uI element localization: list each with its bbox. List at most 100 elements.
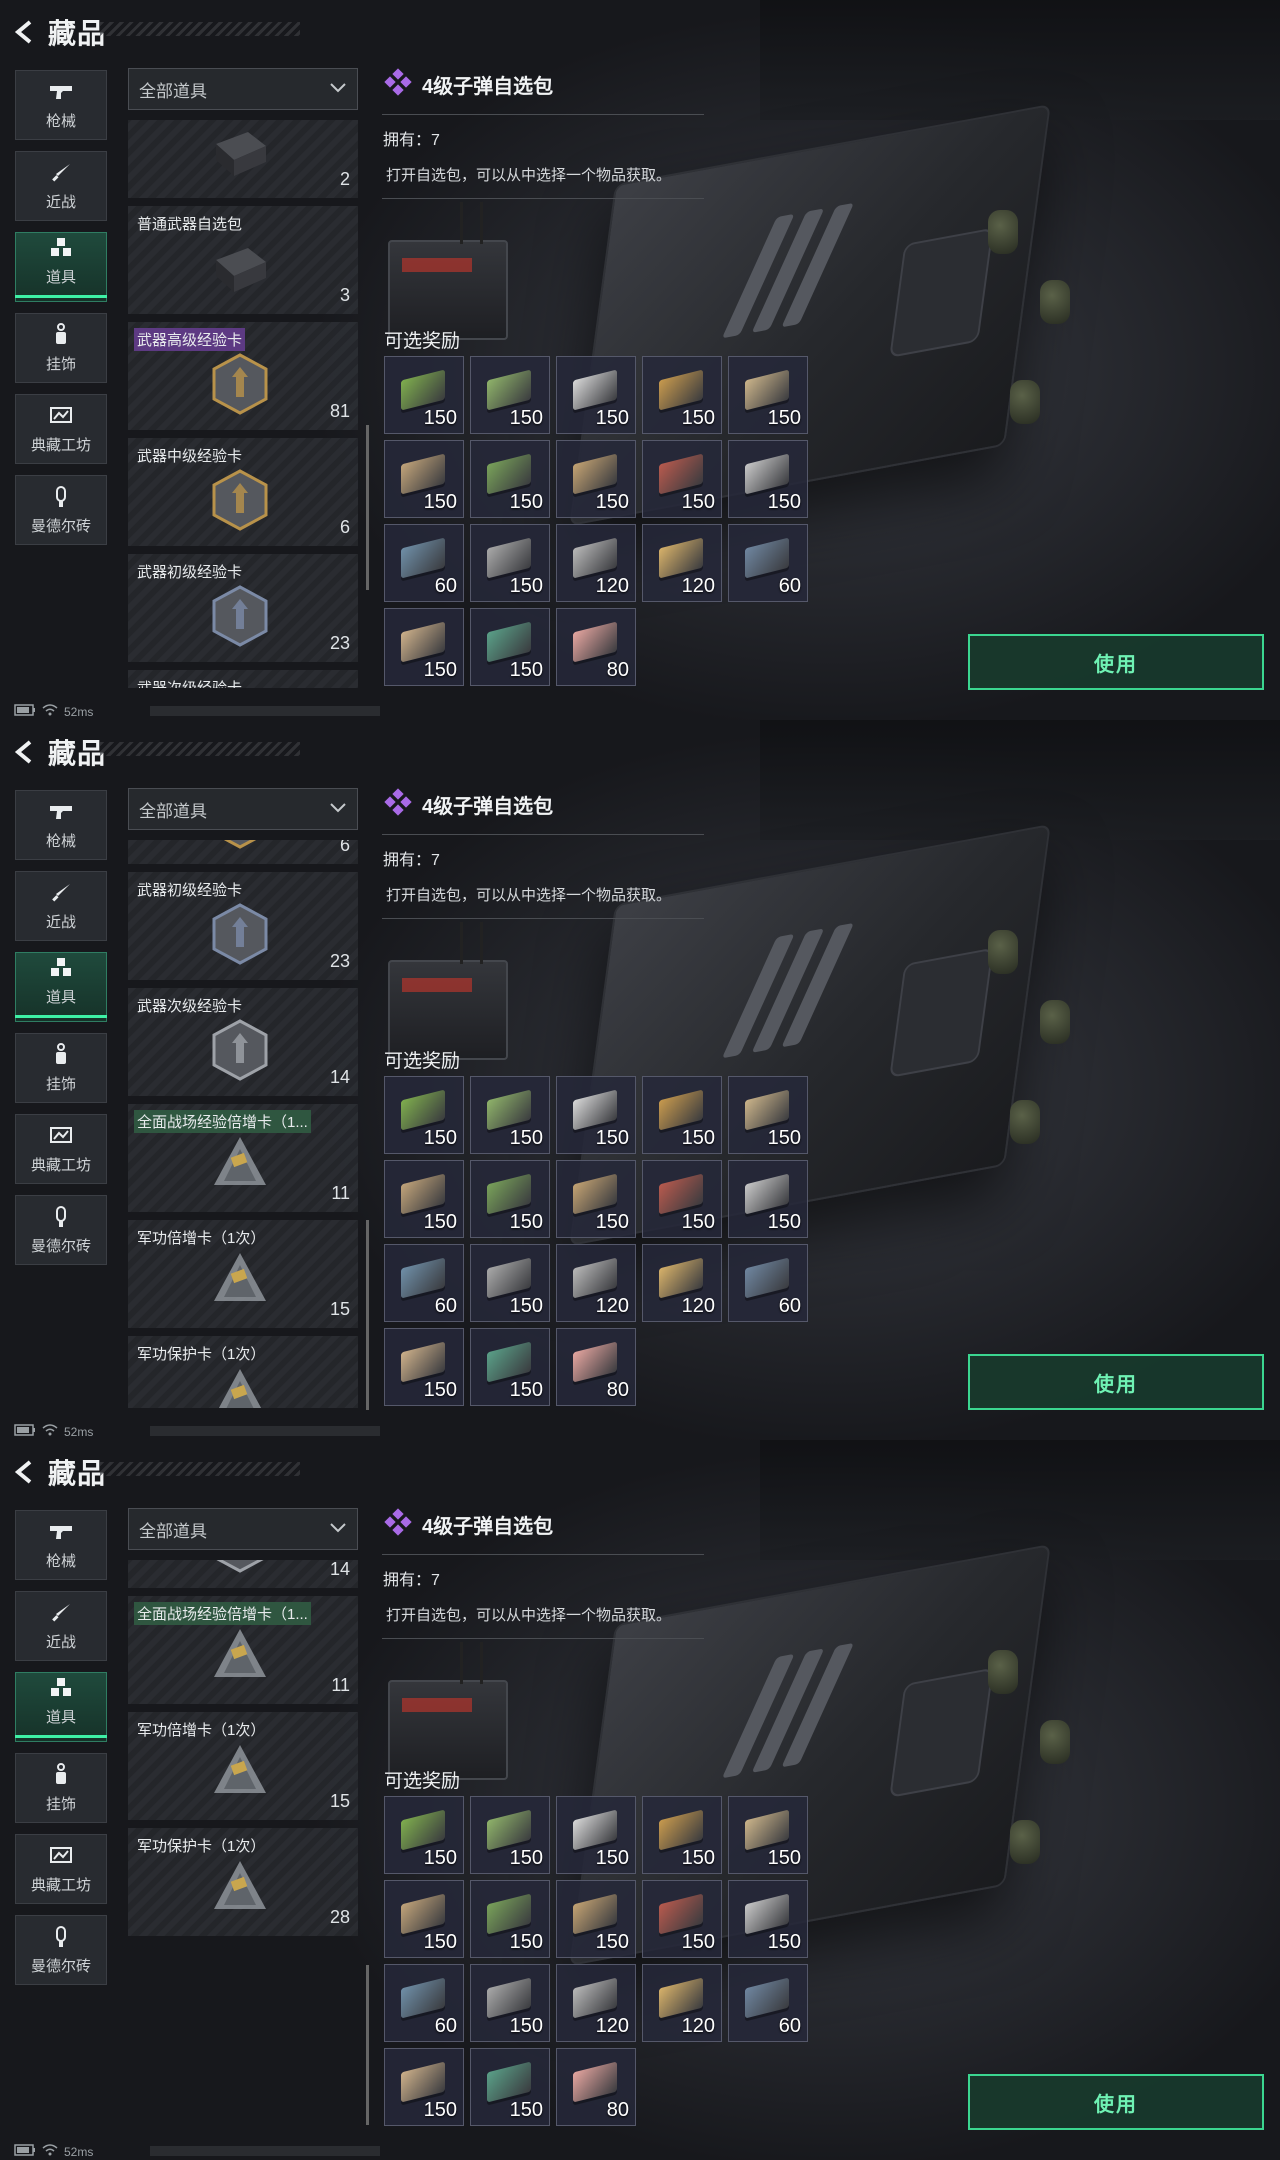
nav-item-cubes[interactable]: 道具 — [15, 952, 107, 1022]
list-item[interactable]: 武器中级经验卡6 — [128, 438, 358, 546]
list-item[interactable]: 武器次级经验卡14 — [128, 988, 358, 1096]
reward-option[interactable]: 150 — [642, 1076, 722, 1154]
list-item[interactable]: 军功保护卡（1次）28 — [128, 1828, 358, 1936]
list-item[interactable]: 武器次级经验卡14 — [128, 1560, 358, 1588]
reward-option[interactable]: 120 — [556, 1964, 636, 2042]
list-scrollbar[interactable] — [366, 1220, 369, 1410]
reward-option[interactable]: 150 — [384, 1880, 464, 1958]
reward-option[interactable]: 80 — [556, 608, 636, 686]
reward-option[interactable]: 150 — [470, 524, 550, 602]
list-item[interactable]: 军功倍增卡（1次） 15 — [128, 1220, 358, 1328]
reward-option[interactable]: 120 — [556, 524, 636, 602]
reward-option[interactable]: 150 — [642, 1880, 722, 1958]
nav-item-pistol[interactable]: 枪械 — [15, 1510, 107, 1580]
item-list[interactable]: 2 普通武器自选包3武器高级经验卡81武器中级经验卡6武器初级经验卡23 武器次级经… — [128, 120, 360, 688]
list-item[interactable]: 武器中级经验卡6 — [128, 840, 358, 864]
reward-option[interactable]: 80 — [556, 2048, 636, 2126]
reward-option[interactable]: 150 — [470, 1244, 550, 1322]
reward-option[interactable]: 150 — [728, 1160, 808, 1238]
reward-option[interactable]: 150 — [556, 440, 636, 518]
reward-option[interactable]: 150 — [642, 356, 722, 434]
list-item[interactable]: 2 — [128, 120, 358, 198]
nav-item-charm[interactable]: 挂饰 — [15, 1753, 107, 1823]
reward-option[interactable]: 150 — [556, 356, 636, 434]
nav-item-pistol[interactable]: 枪械 — [15, 70, 107, 140]
nav-item-cubes[interactable]: 道具 — [15, 1672, 107, 1742]
nav-item-brick[interactable]: 曼德尔砖 — [15, 475, 107, 545]
reward-option[interactable]: 120 — [642, 1964, 722, 2042]
back-icon[interactable] — [10, 1458, 40, 1486]
item-list[interactable]: 2普通武器自选包3武器高级经验卡81武器中级经验卡6武器初级经验卡23武器次级经… — [128, 840, 360, 1408]
reward-option[interactable]: 150 — [384, 356, 464, 434]
list-scrollbar[interactable] — [366, 1965, 369, 2125]
list-item[interactable]: 军功倍增卡（1次） 15 — [128, 1712, 358, 1820]
reward-option[interactable]: 150 — [470, 1328, 550, 1406]
list-item[interactable]: 军功保护卡（1次）28 — [128, 1336, 358, 1408]
nav-item-knife[interactable]: 近战 — [15, 871, 107, 941]
reward-option[interactable]: 150 — [470, 1160, 550, 1238]
reward-option[interactable]: 120 — [642, 1244, 722, 1322]
list-scrollbar[interactable] — [366, 425, 369, 590]
reward-option[interactable]: 150 — [384, 1160, 464, 1238]
reward-option[interactable]: 60 — [384, 1244, 464, 1322]
reward-option[interactable]: 150 — [384, 2048, 464, 2126]
back-icon[interactable] — [10, 738, 40, 766]
nav-item-charm[interactable]: 挂饰 — [15, 1033, 107, 1103]
filter-dropdown[interactable]: 全部道具 — [128, 68, 358, 110]
reward-option[interactable]: 60 — [384, 1964, 464, 2042]
nav-item-workshop[interactable]: 典藏工坊 — [15, 1834, 107, 1904]
reward-option[interactable]: 150 — [384, 440, 464, 518]
reward-option[interactable]: 150 — [470, 1880, 550, 1958]
reward-option[interactable]: 150 — [728, 356, 808, 434]
nav-item-pistol[interactable]: 枪械 — [15, 790, 107, 860]
reward-option[interactable]: 150 — [470, 2048, 550, 2126]
reward-option[interactable]: 150 — [470, 1796, 550, 1874]
nav-item-workshop[interactable]: 典藏工坊 — [15, 394, 107, 464]
nav-item-cubes[interactable]: 道具 — [15, 232, 107, 302]
list-item[interactable]: 武器高级经验卡 81 — [128, 322, 358, 430]
reward-option[interactable]: 150 — [728, 1880, 808, 1958]
reward-option[interactable]: 150 — [470, 1964, 550, 2042]
use-button[interactable]: 使用 — [968, 2074, 1264, 2130]
reward-option[interactable]: 80 — [556, 1328, 636, 1406]
reward-option[interactable]: 150 — [642, 440, 722, 518]
list-item[interactable]: 全面战场经验倍增卡（1... 11 — [128, 1104, 358, 1212]
reward-option[interactable]: 150 — [728, 440, 808, 518]
reward-option[interactable]: 60 — [728, 1244, 808, 1322]
reward-option[interactable]: 120 — [556, 1244, 636, 1322]
item-list[interactable]: 2普通武器自选包3武器高级经验卡81武器中级经验卡6武器初级经验卡23武器次级经… — [128, 1560, 360, 2128]
reward-option[interactable]: 150 — [556, 1880, 636, 1958]
reward-option[interactable]: 150 — [728, 1076, 808, 1154]
nav-item-brick[interactable]: 曼德尔砖 — [15, 1195, 107, 1265]
reward-option[interactable]: 150 — [470, 440, 550, 518]
nav-item-brick[interactable]: 曼德尔砖 — [15, 1915, 107, 1985]
filter-dropdown[interactable]: 全部道具 — [128, 1508, 358, 1550]
use-button[interactable]: 使用 — [968, 1354, 1264, 1410]
nav-item-workshop[interactable]: 典藏工坊 — [15, 1114, 107, 1184]
reward-option[interactable]: 120 — [642, 524, 722, 602]
list-item[interactable]: 武器次级经验卡14 — [128, 670, 358, 688]
list-item[interactable]: 武器初级经验卡 23 — [128, 554, 358, 662]
reward-option[interactable]: 60 — [384, 524, 464, 602]
list-item[interactable]: 武器初级经验卡 23 — [128, 872, 358, 980]
reward-option[interactable]: 150 — [470, 1076, 550, 1154]
reward-option[interactable]: 150 — [384, 608, 464, 686]
list-item[interactable]: 全面战场经验倍增卡（1... 11 — [128, 1596, 358, 1704]
reward-option[interactable]: 150 — [470, 356, 550, 434]
reward-option[interactable]: 150 — [556, 1796, 636, 1874]
reward-option[interactable]: 150 — [556, 1076, 636, 1154]
filter-dropdown[interactable]: 全部道具 — [128, 788, 358, 830]
reward-option[interactable]: 150 — [470, 608, 550, 686]
list-item[interactable]: 普通武器自选包 3 — [128, 206, 358, 314]
reward-option[interactable]: 150 — [384, 1076, 464, 1154]
reward-option[interactable]: 150 — [384, 1328, 464, 1406]
use-button[interactable]: 使用 — [968, 634, 1264, 690]
reward-option[interactable]: 150 — [728, 1796, 808, 1874]
nav-item-knife[interactable]: 近战 — [15, 1591, 107, 1661]
reward-option[interactable]: 150 — [384, 1796, 464, 1874]
nav-item-charm[interactable]: 挂饰 — [15, 313, 107, 383]
reward-option[interactable]: 150 — [642, 1160, 722, 1238]
back-icon[interactable] — [10, 18, 40, 46]
reward-option[interactable]: 60 — [728, 1964, 808, 2042]
reward-option[interactable]: 60 — [728, 524, 808, 602]
